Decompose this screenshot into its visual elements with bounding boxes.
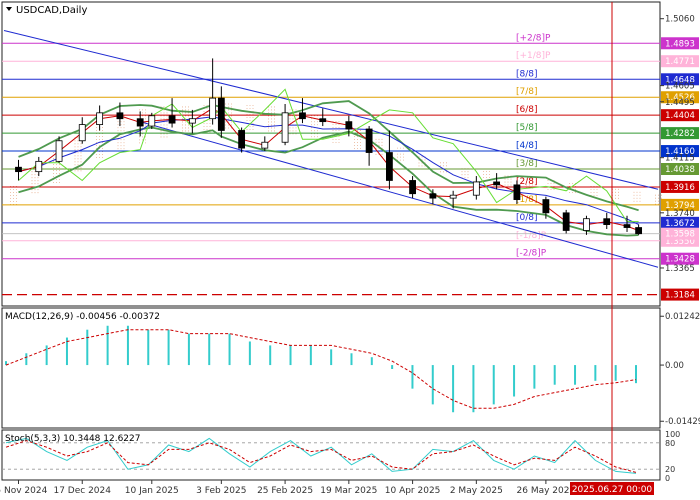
candle-body xyxy=(281,112,289,143)
price-level-tag-label: 1.4038 xyxy=(665,165,695,175)
channel-lower-line xyxy=(139,121,659,268)
time-tick-label: 3 Feb 2025 xyxy=(196,486,246,496)
candle-body xyxy=(96,112,104,125)
price-level-tag-label: 1.4282 xyxy=(665,129,695,139)
price-tick-label: 1.4605 xyxy=(665,82,695,92)
stoch-tick-label: 100 xyxy=(665,430,680,439)
murrey-level-label: [4/8] xyxy=(516,141,538,151)
macd-signal-line xyxy=(5,329,637,409)
candle-body xyxy=(15,166,22,173)
time-axis: 25 Nov 2024 17 Dec 2024 10 Jan 2025 3 Feb 2… xyxy=(0,480,575,496)
price-level-tag-label: 1.3184 xyxy=(665,291,695,301)
candle-body xyxy=(188,118,196,124)
candle-body xyxy=(409,180,416,195)
macd-tick-label: 0.00 xyxy=(665,361,684,371)
candle-body xyxy=(365,128,373,153)
candle-body xyxy=(136,118,144,127)
price-level-tag-label: 1.4771 xyxy=(665,57,695,67)
current-date-label: 2025.06.27 00:00 xyxy=(572,485,653,495)
candle-body xyxy=(116,112,124,120)
candle-body xyxy=(603,218,611,225)
murrey-level-label: [+1/8]P xyxy=(516,51,551,61)
time-tick-label: 25 Nov 2024 xyxy=(0,486,48,496)
time-tick-label: 17 Dec 2024 xyxy=(53,486,111,496)
murrey-level-label: [-1/8]P xyxy=(516,231,547,241)
stoch-tick-label: 80 xyxy=(665,439,675,448)
candle-body xyxy=(493,181,501,186)
price-panel xyxy=(1,1,661,307)
candle-body xyxy=(429,193,437,199)
channel-upper-line xyxy=(3,29,659,190)
macd-tick-label: -0.01429 xyxy=(665,417,700,427)
murrey-level-label: [-2/8]P xyxy=(516,249,547,259)
murrey-level-label: [5/8] xyxy=(516,123,538,133)
time-tick-label: 19 Mar 2025 xyxy=(320,486,377,496)
bollinger-lower-line xyxy=(18,126,639,237)
candle-body xyxy=(238,130,246,149)
candle-body xyxy=(472,181,480,196)
price-level-tag-label: 1.4893 xyxy=(665,39,695,49)
murrey-level-label: [6/8] xyxy=(516,105,538,115)
murrey-level-label: [0/8] xyxy=(516,213,538,223)
candle-body xyxy=(345,121,353,130)
candle-body xyxy=(542,199,550,214)
candle-body xyxy=(562,212,570,231)
candle-body xyxy=(261,141,269,149)
macd-tick-label: 0.01242 xyxy=(665,312,700,322)
candlesticks xyxy=(15,58,643,235)
stoch-signal-line xyxy=(5,440,637,473)
candle-body xyxy=(449,194,457,199)
candle-body xyxy=(635,227,643,235)
macd-label: MACD(12,26,9) -0.00456 -0.00372 xyxy=(5,312,160,322)
candle-body xyxy=(209,97,217,120)
stoch-tick-label: 20 xyxy=(665,465,675,474)
macd-indicator: 0.01242 0.00 -0.01429 xyxy=(5,312,700,427)
current-date-label-box: 2025.06.27 00:00 xyxy=(570,482,654,495)
candle-body xyxy=(168,115,176,124)
price-tick-label: 1.4495 xyxy=(665,98,695,108)
time-tick-label: 10 Apr 2025 xyxy=(385,486,441,496)
candle-body xyxy=(217,97,225,131)
candle-body xyxy=(299,112,306,120)
candle-body xyxy=(78,124,86,142)
price-tick-label: 1.5060 xyxy=(665,15,695,25)
candle-body xyxy=(319,118,327,123)
candle-body xyxy=(513,184,521,200)
murrey-level-label: [7/8] xyxy=(516,87,538,97)
price-tick-label: 1.4115 xyxy=(665,154,695,164)
time-tick-label: 10 Jan 2025 xyxy=(125,486,179,496)
time-tick-label: 25 Feb 2025 xyxy=(257,486,313,496)
price-level-tag-label: 1.3916 xyxy=(665,183,695,193)
usdcad-chart: [+2/8]P [+1/8]P [8/8] [7/8] [6/8] [5/8] [4/8] [… xyxy=(0,1,700,496)
candle-body xyxy=(583,218,590,231)
price-level-tag-label: 1.3672 xyxy=(665,219,695,229)
murrey-level-label: [3/8] xyxy=(516,159,538,169)
price-tick-label: 1.3740 xyxy=(665,209,695,219)
candle-body xyxy=(623,224,631,228)
time-tick-label: 26 May 2025 xyxy=(517,486,576,496)
time-tick-label: 2 May 2025 xyxy=(450,486,503,496)
murrey-level-label: [+2/8]P xyxy=(516,33,551,43)
murrey-levels: [+2/8]P [+1/8]P [8/8] [7/8] [6/8] [5/8] [4/8] [… xyxy=(2,33,660,296)
candle-body xyxy=(35,160,43,173)
candle-body xyxy=(386,152,393,181)
macd-panel xyxy=(1,307,661,429)
candle-body xyxy=(148,115,156,127)
price-tick-label: 1.3365 xyxy=(665,264,695,274)
price-level-tag-label: 1.4404 xyxy=(665,111,695,121)
stoch-label: Stoch(5,3,3) 10.3448 12.6227 xyxy=(5,434,140,444)
stoch-tick-label: 0 xyxy=(665,474,670,483)
ichimoku-cloud xyxy=(10,103,663,205)
symbol-title: USDCAD,Daily xyxy=(6,5,87,16)
symbol-label: USDCAD,Daily xyxy=(16,5,87,16)
murrey-level-label: [8/8] xyxy=(516,69,538,79)
current-price-tag-label: 1.3598 xyxy=(665,230,695,240)
price-axis: 1.48931.47711.46481.45261.44041.42821.41… xyxy=(660,15,699,301)
candle-body xyxy=(55,140,63,162)
dropdown-triangle-icon xyxy=(6,7,12,11)
